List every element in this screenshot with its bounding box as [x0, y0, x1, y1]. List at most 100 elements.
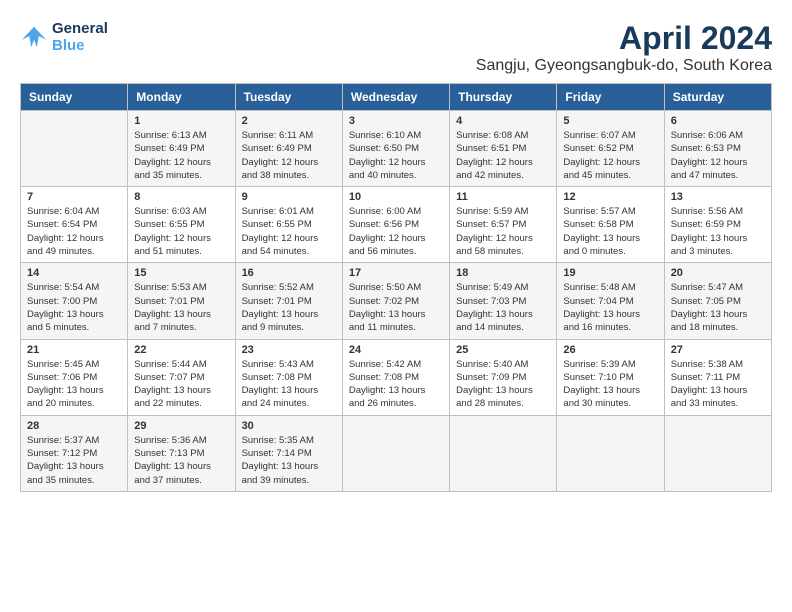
day-number: 8	[134, 191, 228, 203]
logo-icon	[20, 23, 48, 51]
title-block: April 2024 Sangju, Gyeongsangbuk-do, Sou…	[476, 20, 772, 75]
day-number: 2	[242, 115, 336, 127]
calendar-cell: 17 Sunrise: 5:50 AMSunset: 7:02 PMDayligh…	[342, 263, 449, 339]
calendar-week-row: 7 Sunrise: 6:04 AMSunset: 6:54 PMDaylight…	[21, 187, 772, 263]
calendar-cell: 25Sunrise: 5:40 AMSunset: 7:09 PMDayligh…	[450, 339, 557, 415]
day-info: Sunrise: 5:37 AMSunset: 7:12 PMDaylight:…	[27, 434, 121, 487]
day-number: 4	[456, 115, 550, 127]
day-number: 23	[242, 344, 336, 356]
day-info: Sunrise: 5:35 AMSunset: 7:14 PMDaylight:…	[242, 434, 336, 487]
calendar-week-row: 14 Sunrise: 5:54 AMSunset: 7:00 PMDayligh…	[21, 263, 772, 339]
calendar-cell: 30 Sunrise: 5:35 AMSunset: 7:14 PMDayligh…	[235, 415, 342, 491]
day-info: Sunrise: 6:08 AMSunset: 6:51 PMDaylight:…	[456, 129, 550, 182]
day-number: 18	[456, 267, 550, 279]
calendar-cell: 24 Sunrise: 5:42 AMSunset: 7:08 PMDayligh…	[342, 339, 449, 415]
calendar-cell: 2 Sunrise: 6:11 AMSunset: 6:49 PMDaylight…	[235, 111, 342, 187]
day-info: Sunrise: 5:52 AMSunset: 7:01 PMDaylight:…	[242, 281, 336, 334]
calendar-cell: 19 Sunrise: 5:48 AMSunset: 7:04 PMDayligh…	[557, 263, 664, 339]
day-info: Sunrise: 5:42 AMSunset: 7:08 PMDaylight:…	[349, 358, 443, 411]
calendar-cell: 15 Sunrise: 5:53 AMSunset: 7:01 PMDayligh…	[128, 263, 235, 339]
day-number: 24	[349, 344, 443, 356]
day-info: Sunrise: 5:44 AMSunset: 7:07 PMDaylight:…	[134, 358, 228, 411]
logo-text: General Blue	[52, 20, 108, 54]
day-number: 10	[349, 191, 443, 203]
day-info: Sunrise: 5:36 AMSunset: 7:13 PMDaylight:…	[134, 434, 228, 487]
calendar-cell: 6Sunrise: 6:06 AMSunset: 6:53 PMDaylight…	[664, 111, 771, 187]
day-number: 27	[671, 344, 765, 356]
calendar-header: SundayMondayTuesdayWednesdayThursdayFrid…	[21, 84, 772, 111]
day-number: 26	[563, 344, 657, 356]
day-number: 11	[456, 191, 550, 203]
day-number: 15	[134, 267, 228, 279]
calendar-cell	[664, 415, 771, 491]
day-info: Sunrise: 5:40 AMSunset: 7:09 PMDaylight:…	[456, 358, 550, 411]
day-number: 22	[134, 344, 228, 356]
header-cell-wednesday: Wednesday	[342, 84, 449, 111]
calendar-cell: 22 Sunrise: 5:44 AMSunset: 7:07 PMDayligh…	[128, 339, 235, 415]
day-number: 14	[27, 267, 121, 279]
calendar-cell	[342, 415, 449, 491]
calendar-cell	[557, 415, 664, 491]
day-number: 9	[242, 191, 336, 203]
header-cell-tuesday: Tuesday	[235, 84, 342, 111]
calendar-cell	[450, 415, 557, 491]
day-info: Sunrise: 5:59 AMSunset: 6:57 PMDaylight:…	[456, 205, 550, 258]
header-cell-saturday: Saturday	[664, 84, 771, 111]
calendar-cell: 4 Sunrise: 6:08 AMSunset: 6:51 PMDaylight…	[450, 111, 557, 187]
day-number: 12	[563, 191, 657, 203]
day-number: 21	[27, 344, 121, 356]
day-number: 17	[349, 267, 443, 279]
day-info: Sunrise: 6:06 AMSunset: 6:53 PMDaylight:…	[671, 129, 765, 182]
page-header: General Blue April 2024 Sangju, Gyeongsa…	[20, 20, 772, 75]
day-info: Sunrise: 5:49 AMSunset: 7:03 PMDaylight:…	[456, 281, 550, 334]
day-number: 19	[563, 267, 657, 279]
day-number: 20	[671, 267, 765, 279]
day-info: Sunrise: 6:01 AMSunset: 6:55 PMDaylight:…	[242, 205, 336, 258]
day-info: Sunrise: 6:00 AMSunset: 6:56 PMDaylight:…	[349, 205, 443, 258]
day-number: 1	[134, 115, 228, 127]
day-info: Sunrise: 5:54 AMSunset: 7:00 PMDaylight:…	[27, 281, 121, 334]
day-info: Sunrise: 5:57 AMSunset: 6:58 PMDaylight:…	[563, 205, 657, 258]
calendar-cell: 5 Sunrise: 6:07 AMSunset: 6:52 PMDaylight…	[557, 111, 664, 187]
day-info: Sunrise: 5:45 AMSunset: 7:06 PMDaylight:…	[27, 358, 121, 411]
day-number: 5	[563, 115, 657, 127]
calendar-title: April 2024	[476, 20, 772, 57]
day-info: Sunrise: 6:03 AMSunset: 6:55 PMDaylight:…	[134, 205, 228, 258]
day-number: 3	[349, 115, 443, 127]
calendar-cell: 3 Sunrise: 6:10 AMSunset: 6:50 PMDaylight…	[342, 111, 449, 187]
calendar-cell: 20Sunrise: 5:47 AMSunset: 7:05 PMDayligh…	[664, 263, 771, 339]
day-number: 29	[134, 420, 228, 432]
calendar-cell: 18 Sunrise: 5:49 AMSunset: 7:03 PMDayligh…	[450, 263, 557, 339]
header-cell-sunday: Sunday	[21, 84, 128, 111]
calendar-week-row: 28Sunrise: 5:37 AMSunset: 7:12 PMDayligh…	[21, 415, 772, 491]
calendar-body: 1Sunrise: 6:13 AMSunset: 6:49 PMDaylight…	[21, 111, 772, 492]
calendar-cell: 12 Sunrise: 5:57 AMSunset: 6:58 PMDayligh…	[557, 187, 664, 263]
calendar-cell: 13Sunrise: 5:56 AMSunset: 6:59 PMDayligh…	[664, 187, 771, 263]
calendar-cell: 1Sunrise: 6:13 AMSunset: 6:49 PMDaylight…	[128, 111, 235, 187]
day-number: 16	[242, 267, 336, 279]
day-info: Sunrise: 5:50 AMSunset: 7:02 PMDaylight:…	[349, 281, 443, 334]
day-number: 30	[242, 420, 336, 432]
header-cell-friday: Friday	[557, 84, 664, 111]
day-info: Sunrise: 5:48 AMSunset: 7:04 PMDaylight:…	[563, 281, 657, 334]
calendar-week-row: 1Sunrise: 6:13 AMSunset: 6:49 PMDaylight…	[21, 111, 772, 187]
calendar-cell: 21 Sunrise: 5:45 AMSunset: 7:06 PMDayligh…	[21, 339, 128, 415]
header-cell-monday: Monday	[128, 84, 235, 111]
day-info: Sunrise: 6:10 AMSunset: 6:50 PMDaylight:…	[349, 129, 443, 182]
logo: General Blue	[20, 20, 108, 54]
day-info: Sunrise: 5:43 AMSunset: 7:08 PMDaylight:…	[242, 358, 336, 411]
day-info: Sunrise: 5:39 AMSunset: 7:10 PMDaylight:…	[563, 358, 657, 411]
day-info: Sunrise: 6:04 AMSunset: 6:54 PMDaylight:…	[27, 205, 121, 258]
day-info: Sunrise: 6:11 AMSunset: 6:49 PMDaylight:…	[242, 129, 336, 182]
day-info: Sunrise: 5:53 AMSunset: 7:01 PMDaylight:…	[134, 281, 228, 334]
day-number: 7	[27, 191, 121, 203]
calendar-cell: 16 Sunrise: 5:52 AMSunset: 7:01 PMDayligh…	[235, 263, 342, 339]
day-info: Sunrise: 5:38 AMSunset: 7:11 PMDaylight:…	[671, 358, 765, 411]
day-info: Sunrise: 6:07 AMSunset: 6:52 PMDaylight:…	[563, 129, 657, 182]
calendar-subtitle: Sangju, Gyeongsangbuk-do, South Korea	[476, 57, 772, 75]
calendar-cell: 10 Sunrise: 6:00 AMSunset: 6:56 PMDayligh…	[342, 187, 449, 263]
calendar-cell: 26 Sunrise: 5:39 AMSunset: 7:10 PMDayligh…	[557, 339, 664, 415]
calendar-cell: 27 Sunrise: 5:38 AMSunset: 7:11 PMDayligh…	[664, 339, 771, 415]
calendar-cell: 28Sunrise: 5:37 AMSunset: 7:12 PMDayligh…	[21, 415, 128, 491]
calendar-cell: 14 Sunrise: 5:54 AMSunset: 7:00 PMDayligh…	[21, 263, 128, 339]
